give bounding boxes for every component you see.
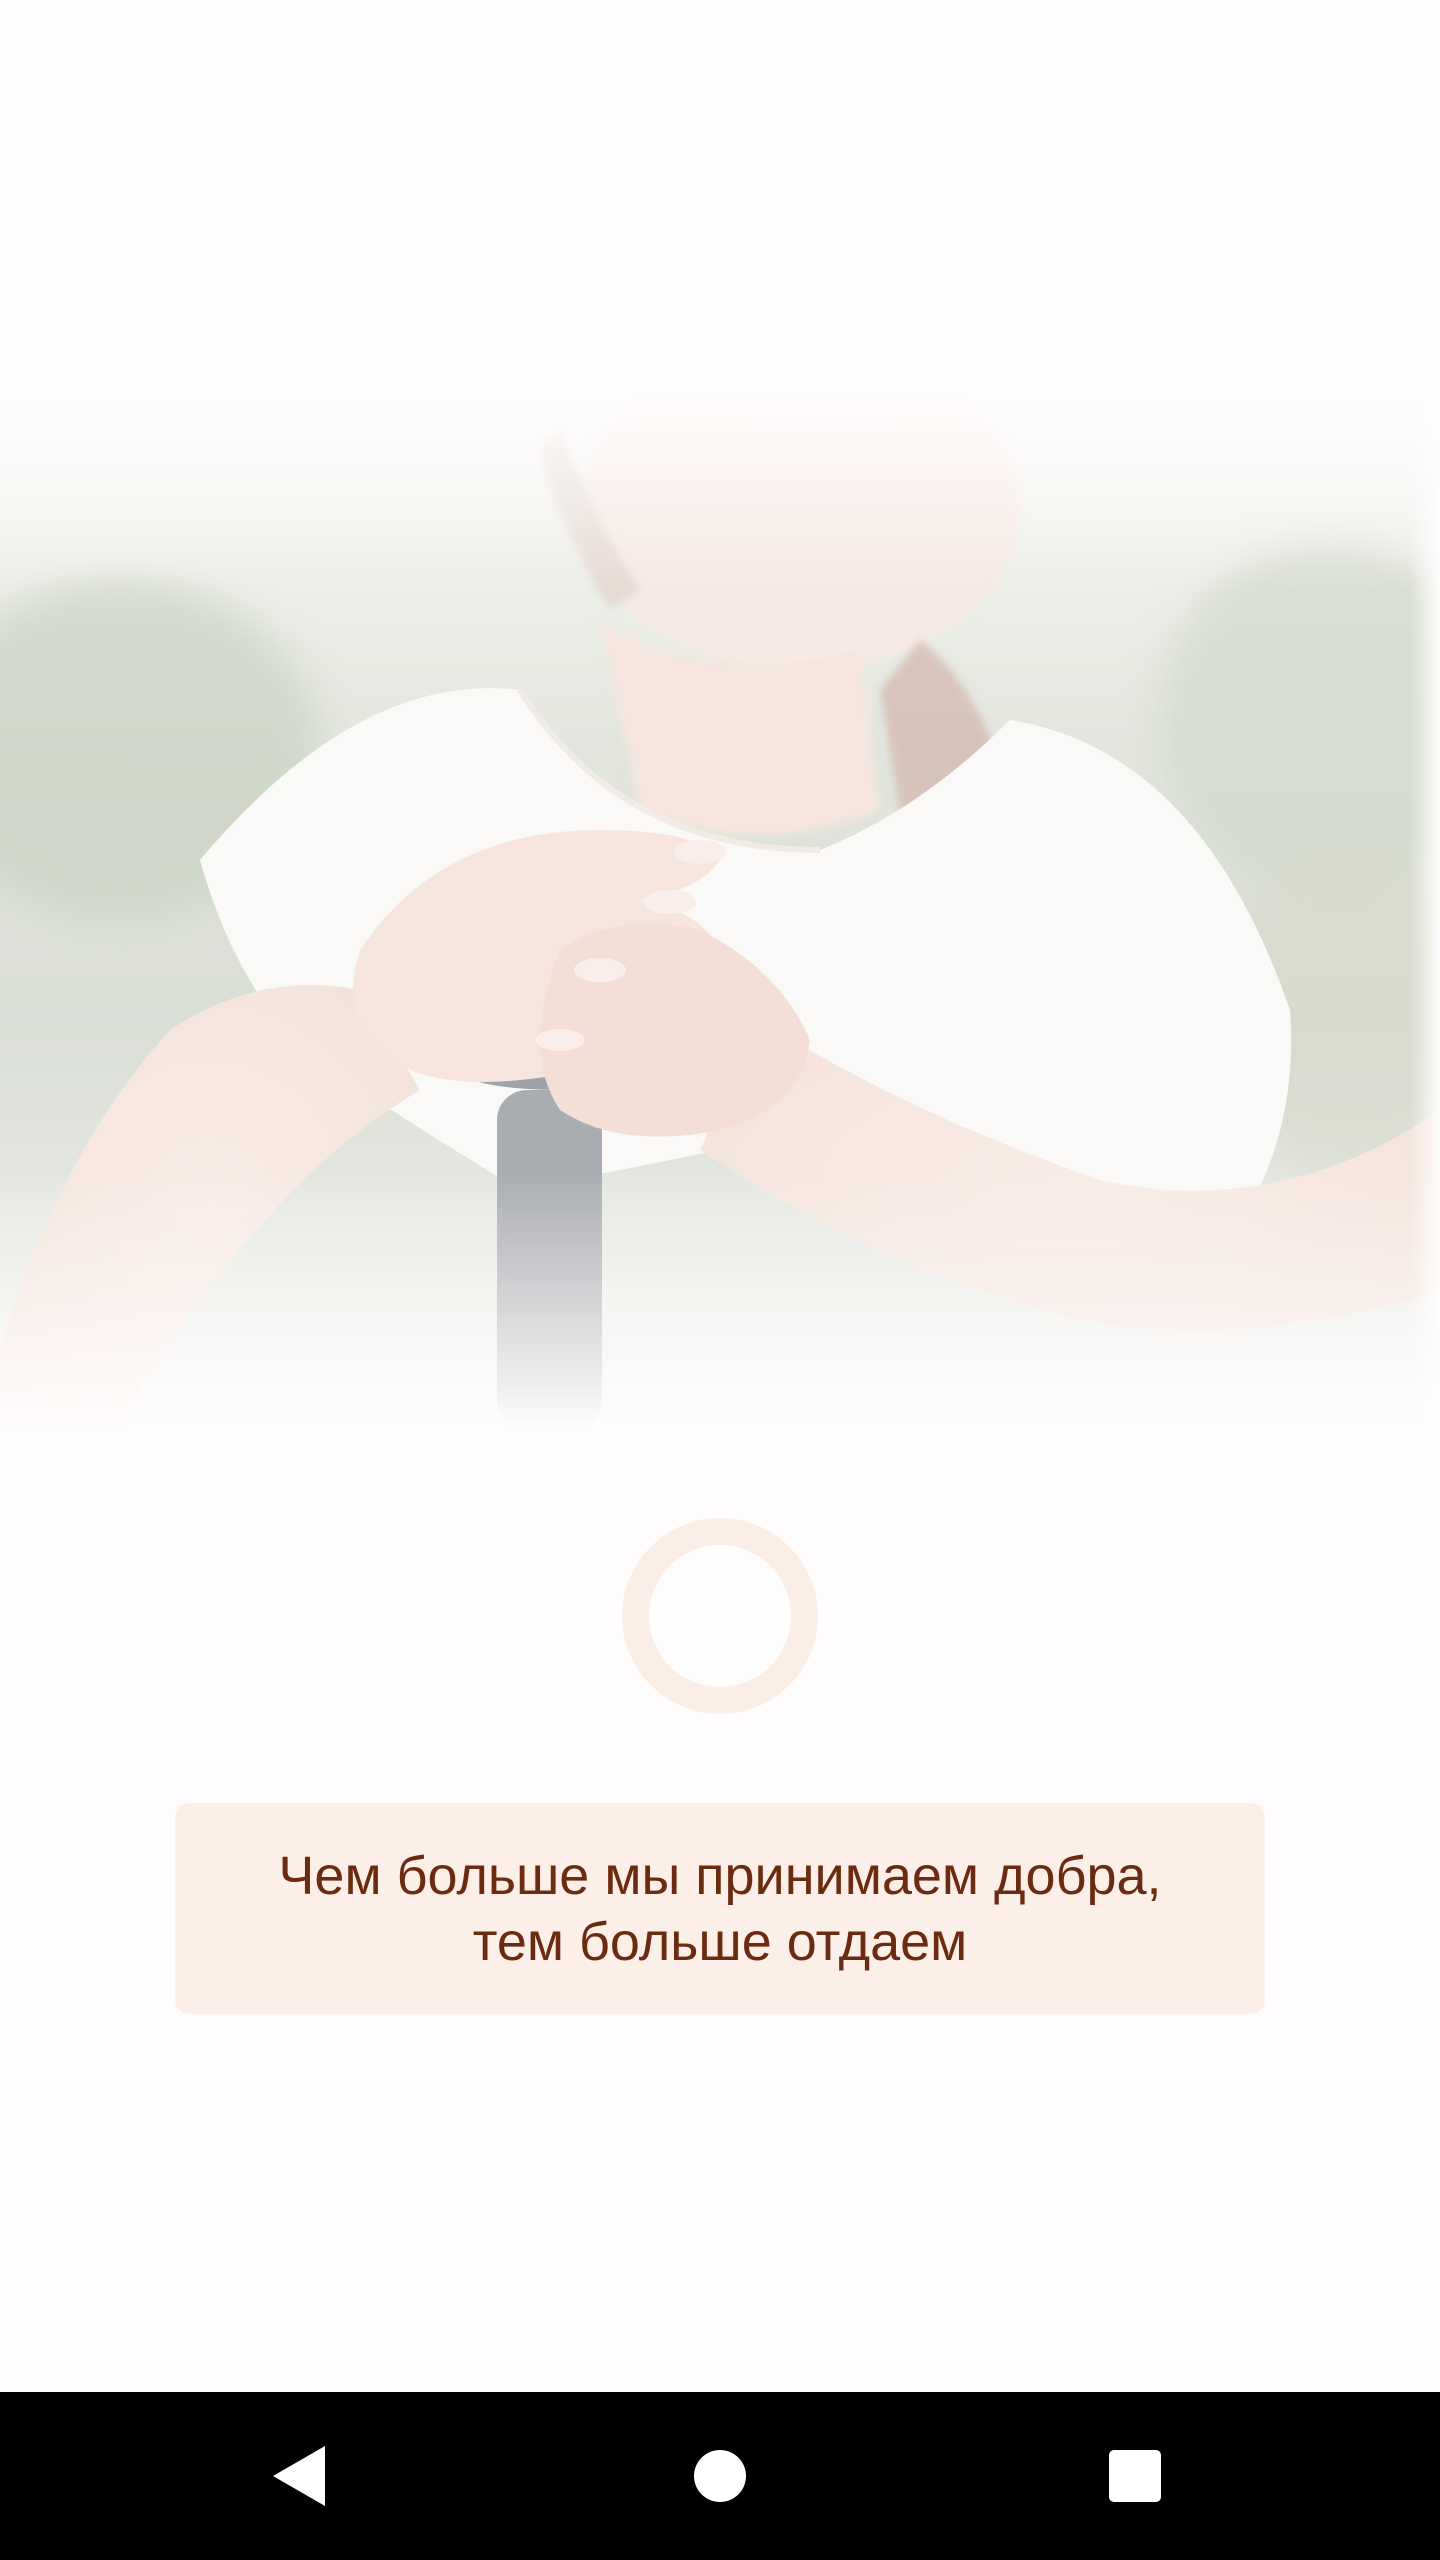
back-button[interactable] [215, 2392, 383, 2560]
navigation-bar [0, 2392, 1440, 2560]
hero-fade-right [1410, 390, 1440, 1430]
recents-button[interactable] [1051, 2392, 1219, 2560]
quote-text: Чем больше мы принимаем добра, тем больш… [278, 1845, 1162, 1972]
quote-card: Чем больше мы принимаем добра, тем больш… [175, 1803, 1265, 2014]
recents-square-icon [1109, 2450, 1161, 2502]
back-triangle-icon [273, 2446, 325, 2506]
hero-photo [0, 390, 1440, 1430]
hero-fade-top [0, 390, 1440, 590]
home-circle-icon [694, 2450, 746, 2502]
splash-screen: Чем больше мы принимаем добра, тем больш… [0, 0, 1440, 2560]
loading-ring-icon [622, 1518, 818, 1714]
hero-fade-bottom [0, 1170, 1440, 1430]
home-button[interactable] [636, 2392, 804, 2560]
